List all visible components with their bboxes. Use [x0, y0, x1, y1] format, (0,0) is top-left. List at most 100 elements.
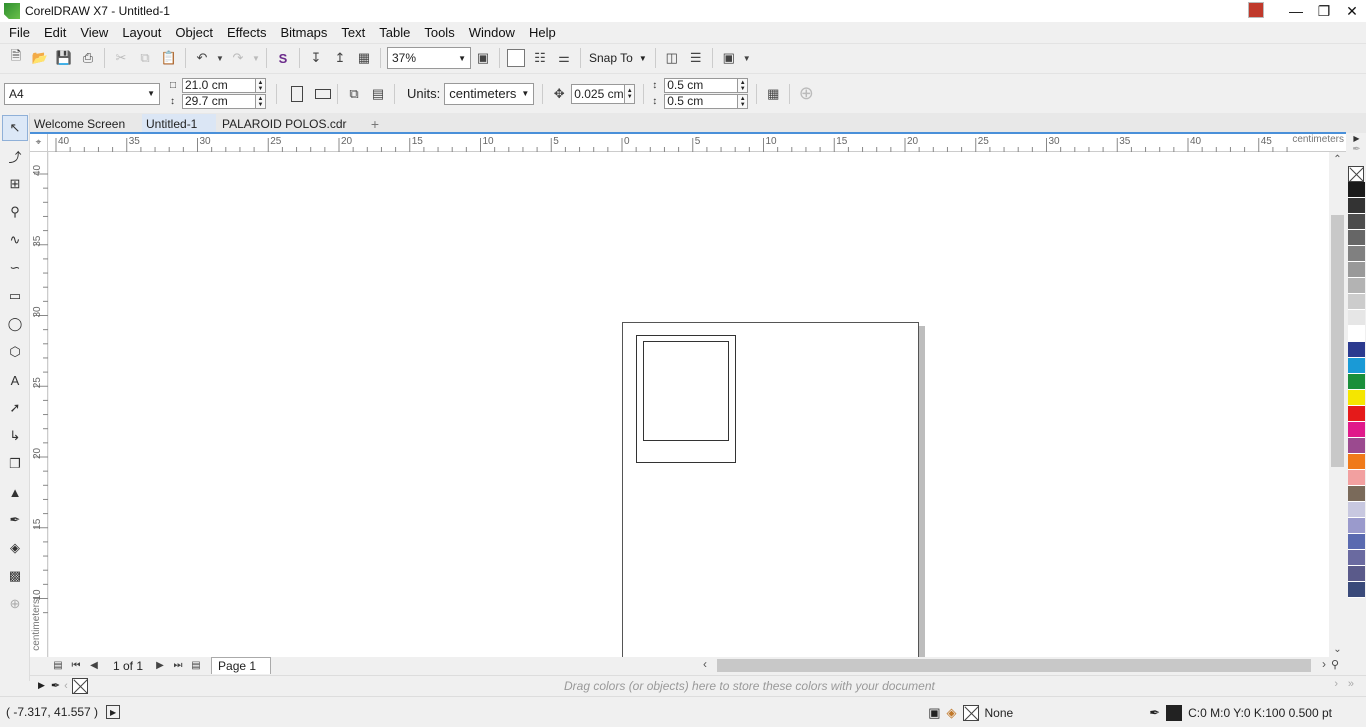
- ellipse-tool-icon[interactable]: ◯: [2, 311, 28, 337]
- text-tool-icon[interactable]: A: [2, 367, 28, 393]
- next-page-icon[interactable]: ▶: [151, 658, 169, 674]
- add-page-before-icon[interactable]: ▤: [49, 658, 67, 674]
- horizontal-scroll-thumb[interactable]: [717, 659, 1311, 672]
- color-swatch[interactable]: [1348, 566, 1365, 582]
- drawing-canvas[interactable]: [49, 152, 1329, 657]
- menu-text[interactable]: Text: [334, 25, 372, 40]
- open-icon[interactable]: 📂: [28, 47, 52, 69]
- portrait-button[interactable]: [287, 82, 307, 106]
- docpal-scroll-end-icon[interactable]: »: [1348, 678, 1354, 690]
- launcher-dropdown-icon[interactable]: ▼: [741, 47, 753, 69]
- transparency-tool-icon[interactable]: ▲: [2, 479, 28, 505]
- user-account-icon[interactable]: [1248, 2, 1264, 18]
- publish-pdf-icon[interactable]: ▦: [352, 47, 376, 69]
- polaroid-inner-frame[interactable]: [643, 341, 729, 441]
- fill-bucket-icon[interactable]: ◈: [947, 705, 957, 721]
- cut-icon[interactable]: ✂: [109, 47, 133, 69]
- minimize-button[interactable]: —: [1282, 0, 1310, 22]
- menu-effects[interactable]: Effects: [220, 25, 274, 40]
- color-swatch[interactable]: [1348, 534, 1365, 550]
- undo-dropdown-icon[interactable]: ▼: [214, 47, 226, 69]
- docpal-eyedropper-icon[interactable]: ✒: [51, 679, 60, 692]
- export-icon[interactable]: ↥: [328, 47, 352, 69]
- all-pages-icon[interactable]: ⧉: [342, 83, 366, 105]
- color-swatch[interactable]: [1348, 502, 1365, 518]
- outline-color-swatch[interactable]: [1166, 704, 1183, 721]
- scroll-left-icon[interactable]: ‹: [703, 657, 707, 671]
- dup-x-spinner[interactable]: ▲ ▼: [738, 78, 749, 93]
- color-swatch[interactable]: [1348, 246, 1365, 262]
- color-proof-icon[interactable]: ▣: [928, 705, 940, 721]
- freehand-tool-icon[interactable]: ∿: [2, 227, 28, 253]
- close-button[interactable]: ✕: [1338, 0, 1366, 22]
- scroll-down-icon[interactable]: ⌄: [1329, 644, 1346, 655]
- add-tool-icon[interactable]: ⊕: [2, 591, 28, 617]
- polaroid-outer-frame[interactable]: [636, 335, 736, 463]
- color-swatch[interactable]: [1348, 422, 1365, 438]
- menu-table[interactable]: Table: [372, 25, 417, 40]
- full-screen-preview-icon[interactable]: ▣: [471, 47, 495, 69]
- search-content-icon[interactable]: S: [271, 47, 295, 69]
- restore-button[interactable]: ❐: [1310, 0, 1338, 22]
- page-tab-1[interactable]: Page 1: [211, 657, 272, 674]
- shape-tool-icon[interactable]: ⤴: [2, 143, 28, 169]
- vertical-scrollbar[interactable]: ⌃ ⌄: [1329, 152, 1346, 657]
- color-swatch[interactable]: [1348, 182, 1365, 198]
- connector-tool-icon[interactable]: ↳: [2, 423, 28, 449]
- units-select[interactable]: centimeters ▼: [444, 82, 535, 105]
- color-swatch[interactable]: [1348, 214, 1365, 230]
- menu-layout[interactable]: Layout: [115, 25, 168, 40]
- fill-none-swatch[interactable]: [962, 704, 979, 721]
- play-icon[interactable]: ▶: [106, 705, 121, 719]
- welcome-screen-icon[interactable]: ◫: [660, 47, 684, 69]
- rectangle-tool-icon[interactable]: ▭: [2, 283, 28, 309]
- new-tab-plus-icon[interactable]: +: [366, 114, 384, 133]
- color-swatch[interactable]: [1348, 310, 1365, 326]
- scroll-right-icon[interactable]: ›: [1322, 657, 1326, 671]
- scroll-up-icon[interactable]: ⌃: [1329, 154, 1346, 165]
- import-icon[interactable]: ↧: [304, 47, 328, 69]
- parallel-dimension-tool-icon[interactable]: ➚: [2, 395, 28, 421]
- snap-to-dropdown[interactable]: Snap To ▼: [585, 51, 651, 65]
- dup-y-spinner[interactable]: ▲ ▼: [738, 94, 749, 109]
- nudge-distance-field[interactable]: 0.025 cm: [571, 83, 626, 104]
- outline-pen-icon[interactable]: ✒: [1149, 705, 1160, 721]
- color-swatch[interactable]: [1348, 582, 1365, 598]
- color-swatch[interactable]: [1348, 550, 1365, 566]
- show-guidelines-icon[interactable]: ⚌: [552, 47, 576, 69]
- duplicate-x-field[interactable]: 0.5 cm: [664, 78, 739, 93]
- color-swatch[interactable]: [1348, 358, 1365, 374]
- color-swatch[interactable]: [1348, 262, 1365, 278]
- menu-tools[interactable]: Tools: [417, 25, 461, 40]
- last-page-icon[interactable]: ⏭: [169, 658, 187, 674]
- horizontal-scrollbar[interactable]: ‹ ›: [700, 657, 1329, 674]
- color-swatch[interactable]: [1348, 278, 1365, 294]
- current-page-icon[interactable]: ▤: [366, 83, 390, 105]
- save-icon[interactable]: 💾: [52, 47, 76, 69]
- tab-untitled-1[interactable]: Untitled-1: [142, 114, 216, 133]
- zoom-tool-icon[interactable]: ⚲: [2, 199, 28, 225]
- menu-bitmaps[interactable]: Bitmaps: [273, 25, 334, 40]
- nudge-spinner[interactable]: ▲ ▼: [625, 83, 636, 104]
- undo-icon[interactable]: ↶: [190, 47, 214, 69]
- vertical-scroll-thumb[interactable]: [1331, 215, 1344, 467]
- docpal-scroll-right-icon[interactable]: ›: [1334, 678, 1338, 690]
- redo-dropdown-icon[interactable]: ▼: [250, 47, 262, 69]
- menu-edit[interactable]: Edit: [37, 25, 73, 40]
- crop-tool-icon[interactable]: ⊞: [2, 171, 28, 197]
- page-width-field[interactable]: 21.0 cm: [182, 78, 256, 93]
- landscape-button[interactable]: [313, 82, 333, 106]
- zoom-navigator-icon[interactable]: ⚲: [1331, 658, 1339, 671]
- page-height-field[interactable]: 29.7 cm: [182, 94, 256, 109]
- application-launcher-icon[interactable]: ▣: [717, 47, 741, 69]
- menu-help[interactable]: Help: [522, 25, 563, 40]
- show-rulers-icon[interactable]: [504, 47, 528, 69]
- treat-as-filled-icon[interactable]: ▦: [761, 83, 785, 105]
- color-swatch[interactable]: [1348, 438, 1365, 454]
- color-swatch[interactable]: [1348, 470, 1365, 486]
- add-page-after-icon[interactable]: ▤: [187, 658, 205, 674]
- quick-customize-icon[interactable]: ⊕: [794, 83, 818, 105]
- color-swatch[interactable]: [1348, 406, 1365, 422]
- redo-icon[interactable]: ↷: [226, 47, 250, 69]
- document-page[interactable]: [622, 322, 919, 657]
